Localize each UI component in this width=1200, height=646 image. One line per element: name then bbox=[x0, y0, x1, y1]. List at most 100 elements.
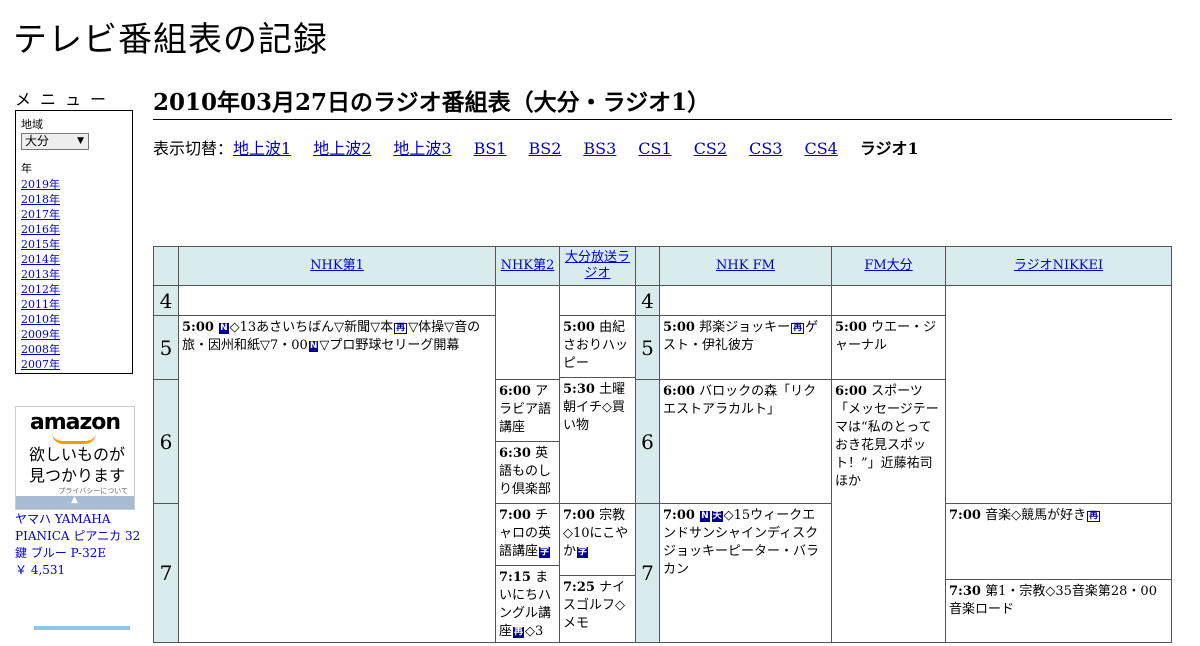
switch-link-cs1[interactable]: CS1 bbox=[638, 139, 671, 158]
subtitle-icon: 字 bbox=[539, 547, 551, 558]
ad-product-price: ￥ 4,531 bbox=[15, 563, 66, 577]
switch-link-terrestrial2[interactable]: 地上波2 bbox=[313, 139, 371, 158]
ad-tagline-line: 見つかります bbox=[28, 466, 125, 485]
hour-cell: 4 bbox=[635, 285, 660, 316]
program-time: 6:00 bbox=[663, 384, 695, 399]
subtitle-icon: 字 bbox=[577, 547, 589, 558]
program-cell: 5:00 ウエー・ジャーナル bbox=[831, 315, 946, 380]
weather-icon: 天 bbox=[711, 511, 723, 522]
menu-panel: 地域 大分 ▼ 年 2019年 2018年 2017年 2016年 2015年 … bbox=[15, 110, 133, 374]
program-cell: 7:00 チャロの英語講座字 bbox=[495, 503, 560, 566]
menu-heading: メニュー bbox=[15, 90, 116, 109]
switch-link-cs3[interactable]: CS3 bbox=[749, 139, 782, 158]
program-cell: 6:00 スポーツ「メッセージテーマは“私のとっておき花見スポット！”」近藤祐司… bbox=[831, 379, 946, 643]
year-link[interactable]: 2016年 bbox=[21, 223, 60, 236]
station-header-nhk1: NHK第1 bbox=[178, 246, 496, 286]
empty-slot bbox=[178, 285, 496, 316]
next-ad-banner[interactable] bbox=[34, 626, 130, 630]
hour-cell: 6 bbox=[635, 379, 660, 504]
switch-link-bs2[interactable]: BS2 bbox=[528, 139, 561, 158]
empty-slot bbox=[945, 285, 1172, 504]
amazon-logo: amazon bbox=[29, 410, 121, 435]
program-cell: 7:30 第1・宗教◇35音楽第28・00音楽ロード bbox=[945, 579, 1172, 643]
page-title: 2010年03月27日のラジオ番組表（大分・ラジオ1） bbox=[153, 83, 1172, 120]
program-cell: 6:00 バロックの森「リクエストアラカルト」 bbox=[659, 379, 832, 504]
program-title: 第1・宗教◇35音楽第28・00音楽ロード bbox=[949, 584, 1157, 617]
program-time: 5:00 bbox=[563, 320, 595, 335]
year-link[interactable]: 2012年 bbox=[21, 283, 60, 296]
program-cell: 5:30 土曜朝イチ◇買い物 bbox=[559, 377, 636, 504]
program-title: ▽プロ野球セリーグ開幕 bbox=[319, 338, 460, 353]
hour-cell: 6 bbox=[153, 379, 179, 504]
year-link[interactable]: 2008年 bbox=[21, 343, 60, 356]
empty-slot bbox=[659, 285, 832, 316]
view-switcher-label: 表示切替： bbox=[153, 139, 234, 158]
program-time: 7:25 bbox=[563, 580, 595, 595]
year-link[interactable]: 2009年 bbox=[21, 328, 60, 341]
hour-cell: 7 bbox=[153, 503, 179, 643]
station-header-nhkfm: NHK FM bbox=[659, 246, 832, 286]
switch-link-terrestrial1[interactable]: 地上波1 bbox=[233, 139, 291, 158]
year-link[interactable]: 2015年 bbox=[21, 238, 60, 251]
station-link[interactable]: ラジオNIKKEI bbox=[1014, 258, 1103, 274]
station-link[interactable]: NHK第2 bbox=[501, 258, 555, 274]
switch-link-bs3[interactable]: BS3 bbox=[583, 139, 616, 158]
switch-link-cs2[interactable]: CS2 bbox=[694, 139, 727, 158]
station-header-obs: 大分放送ラジオ bbox=[559, 246, 636, 286]
year-link[interactable]: 2010年 bbox=[21, 313, 60, 326]
year-link[interactable]: 2011年 bbox=[21, 298, 60, 311]
dropdown-arrow-icon: ▼ bbox=[77, 136, 84, 146]
region-select-value: 大分 bbox=[25, 134, 50, 148]
program-time: 7:00 bbox=[663, 508, 695, 523]
year-link[interactable]: 2019年 bbox=[21, 178, 60, 191]
ad-tagline: 欲しいものが 見つかります bbox=[24, 435, 130, 486]
year-link[interactable]: 2013年 bbox=[21, 268, 60, 281]
program-time: 7:30 bbox=[949, 584, 981, 599]
year-link[interactable]: 2014年 bbox=[21, 253, 60, 266]
program-time: 5:00 bbox=[182, 320, 214, 335]
station-header-fmoita: FM大分 bbox=[831, 246, 946, 286]
rerun-icon: 再 bbox=[513, 627, 525, 638]
region-label: 地域 bbox=[21, 118, 43, 131]
station-header-nikkei: ラジオNIKKEI bbox=[945, 246, 1172, 286]
program-time: 7:00 bbox=[499, 508, 531, 523]
region-select[interactable]: 大分 ▼ bbox=[21, 133, 89, 150]
station-link[interactable]: 大分放送ラジオ bbox=[562, 250, 633, 282]
program-time: 5:00 bbox=[835, 320, 867, 335]
station-link[interactable]: FM大分 bbox=[864, 258, 912, 274]
program-time: 7:00 bbox=[949, 508, 981, 523]
empty-slot bbox=[495, 285, 560, 380]
news-icon: N bbox=[700, 511, 710, 522]
year-link[interactable]: 2017年 bbox=[21, 208, 60, 221]
program-title: ◇13あさいちばん▽新聞▽本 bbox=[229, 320, 394, 335]
grid-corner bbox=[153, 246, 179, 286]
year-link[interactable]: 2007年 bbox=[21, 358, 60, 371]
ad-product-link[interactable]: ヤマハ YAMAHA PIANICA ピアニカ 32鍵 ブルー P-32E bbox=[15, 512, 140, 560]
ad-product[interactable]: ヤマハ YAMAHA PIANICA ピアニカ 32鍵 ブルー P-32E ￥ … bbox=[15, 511, 143, 579]
switch-current-radio1: ラジオ1 bbox=[859, 139, 919, 158]
site-title: テレビ番組表の記録 bbox=[13, 20, 328, 60]
year-list: 2019年 2018年 2017年 2016年 2015年 2014年 2013… bbox=[21, 177, 127, 372]
amazon-ad-banner[interactable]: amazon 欲しいものが 見つかります プライバシーについて ▲ bbox=[15, 406, 135, 510]
program-time: 5:00 bbox=[663, 320, 695, 335]
switch-link-bs1[interactable]: BS1 bbox=[474, 139, 507, 158]
caret-up-icon: ▲ bbox=[71, 495, 78, 505]
switch-link-terrestrial3[interactable]: 地上波3 bbox=[393, 139, 451, 158]
empty-slot bbox=[559, 285, 636, 316]
year-label: 年 bbox=[21, 162, 32, 175]
program-title: 音楽◇競馬が好き bbox=[985, 508, 1087, 523]
station-header-nhk2: NHK第2 bbox=[495, 246, 560, 286]
switch-link-cs4[interactable]: CS4 bbox=[804, 139, 837, 158]
program-cell: 7:25 ナイスゴルフ◇メモ bbox=[559, 575, 636, 643]
program-title: スポーツ「メッセージテーマは“私のとっておき花見スポット！”」近藤祐司ほか bbox=[835, 384, 939, 489]
program-title: 邦楽ジョッキー bbox=[699, 320, 791, 335]
ad-privacy-link[interactable]: プライバシーについて bbox=[58, 486, 128, 496]
rerun-icon: 再 bbox=[791, 323, 805, 334]
station-link[interactable]: NHK第1 bbox=[310, 258, 364, 274]
hour-cell: 5 bbox=[635, 315, 660, 380]
year-link[interactable]: 2018年 bbox=[21, 193, 60, 206]
news-icon: N bbox=[308, 341, 319, 352]
program-time: 5:30 bbox=[563, 382, 595, 397]
ad-tagline-line: 欲しいものが bbox=[28, 445, 125, 464]
station-link[interactable]: NHK FM bbox=[716, 258, 775, 274]
